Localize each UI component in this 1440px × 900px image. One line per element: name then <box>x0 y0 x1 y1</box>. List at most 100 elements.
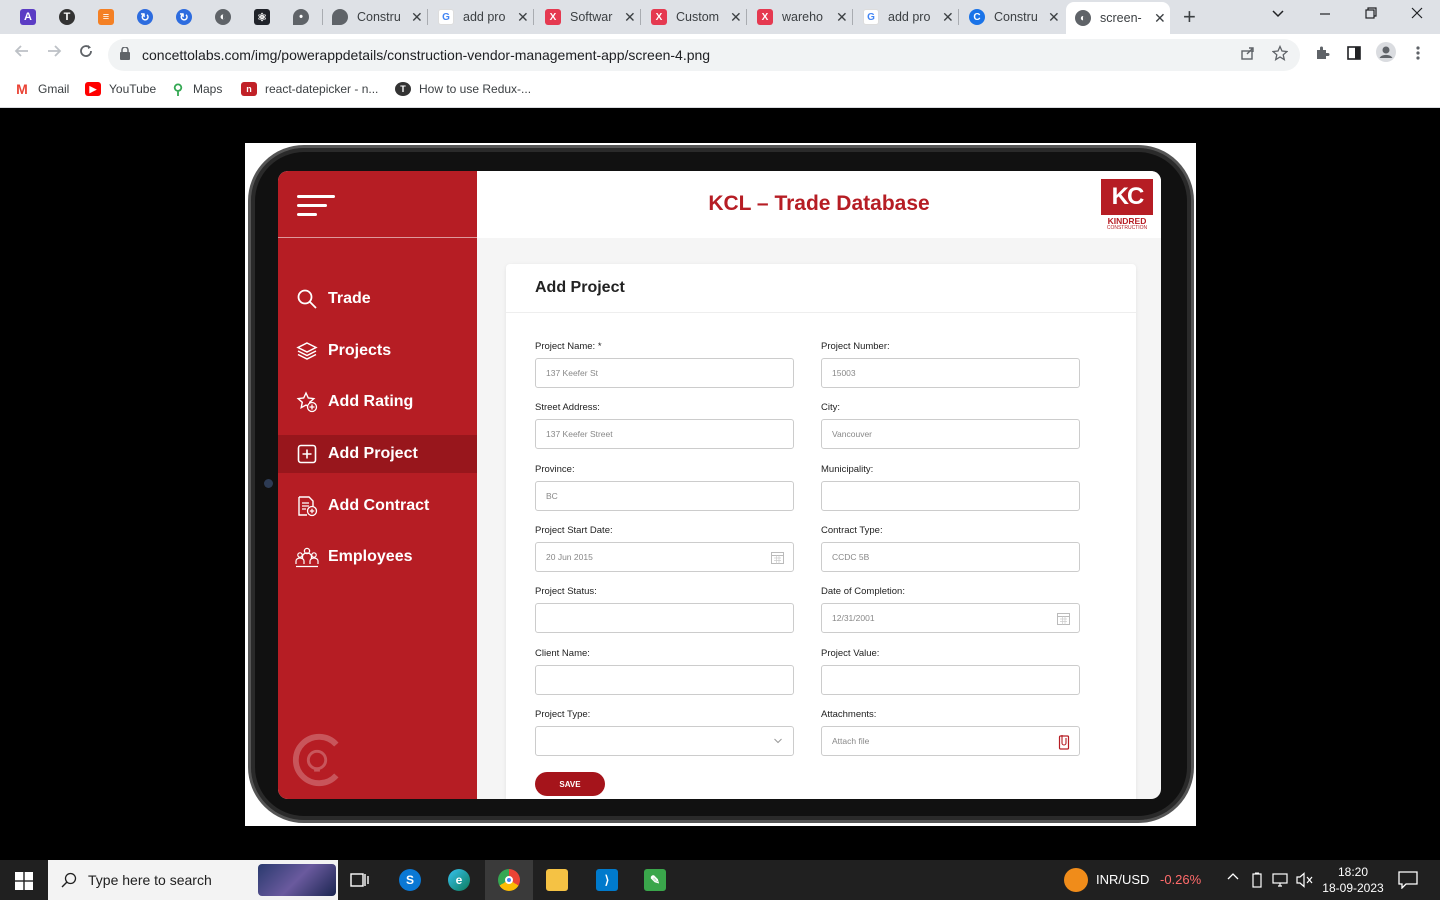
browser-tab[interactable]: X Softwar ✕ <box>545 4 636 30</box>
date-of-completion-input[interactable]: 12/31/2001 <box>821 603 1080 633</box>
bookmark-gmail[interactable]: M Gmail <box>14 81 69 97</box>
sidebar-item-add-project[interactable]: Add Project <box>278 435 477 473</box>
minimize-icon[interactable] <box>1318 6 1332 25</box>
contract-type-input[interactable]: CCDC 5B <box>821 542 1080 572</box>
close-tab-icon[interactable]: ✕ <box>1154 10 1166 27</box>
restore-icon[interactable] <box>1364 6 1378 25</box>
sidebar-item-add-contract[interactable]: Add Contract <box>278 487 477 525</box>
system-clock[interactable]: 18:20 18-09-2023 <box>1320 864 1386 896</box>
tab-search-icon[interactable] <box>1271 6 1285 25</box>
field-value: 15003 <box>832 368 856 378</box>
close-tab-icon[interactable]: ✕ <box>624 9 636 26</box>
windows-start-icon[interactable] <box>15 872 33 890</box>
browser-tab[interactable]: X Custom ✕ <box>651 4 742 30</box>
ticker-change: -0.26% <box>1160 872 1202 887</box>
field-value: CCDC 5B <box>832 552 870 562</box>
client-name-input[interactable] <box>535 665 794 695</box>
pinned-tab[interactable]: ≡ <box>89 5 123 29</box>
bookmark-react-datepicker[interactable]: n react-datepicker - n... <box>241 82 378 96</box>
project-value-input[interactable] <box>821 665 1080 695</box>
vscode-button[interactable]: ⟩ <box>583 860 631 900</box>
calendar-icon[interactable] <box>771 551 784 564</box>
profile-icon[interactable] <box>1376 42 1396 67</box>
close-tab-icon[interactable]: ✕ <box>836 9 848 26</box>
pinned-tab[interactable]: T <box>50 5 84 29</box>
menu-icon[interactable] <box>297 195 335 217</box>
sidebar-item-projects[interactable]: Projects <box>278 332 477 370</box>
province-input[interactable]: BC <box>535 481 794 511</box>
bookmark-label: react-datepicker - n... <box>265 82 379 96</box>
file-explorer-button[interactable] <box>533 860 581 900</box>
bookmark-redux[interactable]: T How to use Redux-... <box>395 82 531 96</box>
city-input[interactable]: Vancouver <box>821 419 1080 449</box>
url-text[interactable]: concettolabs.com/img/powerappdetails/con… <box>142 47 710 63</box>
tab-title: Softwar <box>570 10 613 24</box>
pinned-tab[interactable]: ↻ <box>128 5 162 29</box>
sidebar-item-label: Trade <box>328 290 371 307</box>
network-icon[interactable] <box>1272 872 1290 891</box>
forward-icon[interactable] <box>46 43 62 64</box>
pinned-tab[interactable]: • <box>284 5 318 29</box>
attachment-icon[interactable] <box>1058 734 1070 750</box>
project-start-date-input[interactable]: 20 Jun 2015 <box>535 542 794 572</box>
sidebar-item-employees[interactable]: Employees <box>278 538 477 576</box>
project-type-select[interactable] <box>535 726 794 756</box>
project-number-input[interactable]: 15003 <box>821 358 1080 388</box>
add-project-card: Add Project Project Name: * 137 Keefer S… <box>506 264 1136 799</box>
npm-icon: n <box>241 82 257 96</box>
bookmark-youtube[interactable]: ▶ YouTube <box>85 82 156 96</box>
pinned-tab[interactable]: ↻ <box>167 5 201 29</box>
municipality-input[interactable] <box>821 481 1080 511</box>
tray-chevron-icon[interactable] <box>1226 870 1240 887</box>
chrome-button[interactable] <box>485 860 533 900</box>
extensions-icon[interactable] <box>1314 45 1330 66</box>
browser-tab[interactable]: C Constru ✕ <box>969 4 1060 30</box>
skype-button[interactable]: S <box>386 860 434 900</box>
close-tab-icon[interactable]: ✕ <box>730 9 742 26</box>
pinned-tab[interactable]: ⚛ <box>245 5 279 29</box>
task-view-button[interactable] <box>336 860 384 900</box>
address-bar[interactable]: concettolabs.com/img/powerappdetails/con… <box>108 39 1300 71</box>
battery-icon[interactable] <box>1250 872 1264 891</box>
new-tab-button[interactable]: + <box>1183 4 1196 30</box>
browser-tab-active[interactable]: ◐ screen- ✕ <box>1066 2 1170 34</box>
attach-file-input[interactable]: Attach file <box>821 726 1080 756</box>
volume-muted-icon[interactable] <box>1296 872 1314 891</box>
browser-tab[interactable]: G add pro ✕ <box>438 4 529 30</box>
share-icon[interactable] <box>1240 45 1256 66</box>
edge-button[interactable]: e <box>435 860 483 900</box>
project-start-date-label: Project Start Date: <box>535 525 613 536</box>
back-icon[interactable] <box>14 43 30 64</box>
xb-icon: X <box>757 9 773 25</box>
sidebar-item-add-rating[interactable]: Add Rating <box>278 383 477 421</box>
browser-tab[interactable]: X wareho ✕ <box>757 4 848 30</box>
app-screen: Trade Projects Add Rating Add Project Ad… <box>278 171 1161 799</box>
pinned-tab[interactable]: ◐ <box>206 5 240 29</box>
notifications-icon[interactable] <box>1398 871 1418 892</box>
close-tab-icon[interactable]: ✕ <box>1048 9 1060 26</box>
sidebar-item-label: Add Rating <box>328 393 414 410</box>
notepad-button[interactable]: ✎ <box>631 860 679 900</box>
save-button[interactable]: SAVE <box>535 772 605 796</box>
close-window-icon[interactable] <box>1410 6 1424 25</box>
pinned-tab[interactable]: A <box>11 5 45 29</box>
kebab-menu-icon[interactable] <box>1416 45 1420 66</box>
calendar-icon[interactable] <box>1057 612 1070 625</box>
project-status-input[interactable] <box>535 603 794 633</box>
close-tab-icon[interactable]: ✕ <box>942 9 954 26</box>
sidebar-item-trade[interactable]: Trade <box>278 280 477 318</box>
bookmark-maps[interactable]: ⚲ Maps <box>171 81 222 97</box>
sidebar: Trade Projects Add Rating Add Project Ad… <box>278 171 477 799</box>
side-panel-icon[interactable] <box>1346 45 1362 66</box>
project-name-input[interactable]: 137 Keefer St <box>535 358 794 388</box>
browser-tab[interactable]: G add pro ✕ <box>863 4 954 30</box>
street-address-input[interactable]: 137 Keefer Street <box>535 419 794 449</box>
ticker-label[interactable]: INR/USD <box>1096 872 1149 887</box>
close-tab-icon[interactable]: ✕ <box>411 9 423 26</box>
browser-tab[interactable]: Constru ✕ <box>332 4 423 30</box>
close-tab-icon[interactable]: ✕ <box>517 9 529 26</box>
bookmark-star-icon[interactable] <box>1271 44 1289 66</box>
taskbar-search[interactable]: Type here to search <box>48 860 338 900</box>
field-value: 20 Jun 2015 <box>546 552 593 562</box>
reload-icon[interactable] <box>78 43 94 64</box>
